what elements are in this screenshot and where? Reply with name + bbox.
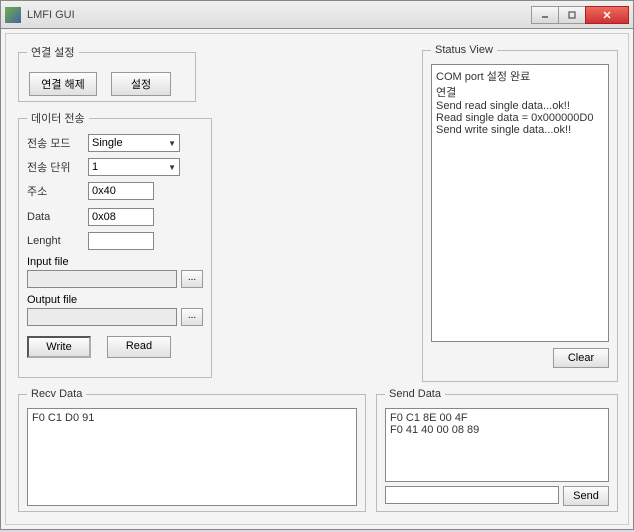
inner-panel: 연결 설정 연결 해제 설정 데이터 전송 전송 모드 Single ▼ 전송 … (5, 33, 629, 525)
chevron-down-icon: ▼ (168, 139, 176, 148)
client-area: 연결 설정 연결 해제 설정 데이터 전송 전송 모드 Single ▼ 전송 … (0, 28, 634, 530)
output-file-label: Output file (27, 294, 203, 306)
unit-select[interactable]: 1 ▼ (88, 158, 180, 176)
status-text[interactable]: COM port 설정 완료 연결 Send read single data.… (431, 64, 609, 342)
address-input[interactable] (88, 182, 154, 200)
close-button[interactable] (585, 6, 629, 24)
titlebar: LMFI GUI (0, 0, 634, 28)
clear-button[interactable]: Clear (553, 348, 609, 368)
read-button[interactable]: Read (107, 336, 171, 358)
unit-label: 전송 단위 (27, 159, 82, 175)
input-file-label: Input file (27, 256, 203, 268)
data-input[interactable] (88, 208, 154, 226)
send-button[interactable]: Send (563, 486, 609, 506)
data-transfer-legend: 데이터 전송 (27, 110, 89, 126)
output-file-browse-button[interactable]: ... (181, 308, 203, 326)
connection-legend: 연결 설정 (27, 44, 79, 60)
disconnect-button[interactable]: 연결 해제 (29, 72, 97, 96)
send-input[interactable] (385, 486, 559, 504)
length-input[interactable] (88, 232, 154, 250)
input-file-field[interactable] (27, 270, 177, 288)
recv-legend: Recv Data (27, 388, 86, 400)
mode-select[interactable]: Single ▼ (88, 134, 180, 152)
output-file-field[interactable] (27, 308, 177, 326)
app-icon (5, 7, 21, 23)
data-label: Data (27, 211, 82, 223)
window-buttons (532, 6, 629, 24)
chevron-down-icon: ▼ (168, 163, 176, 172)
address-label: 주소 (27, 183, 82, 199)
recv-text[interactable]: F0 C1 D0 91 (27, 408, 357, 506)
window-title: LMFI GUI (27, 9, 532, 21)
send-text[interactable]: F0 C1 8E 00 4F F0 41 40 00 08 89 (385, 408, 609, 482)
send-data-group: Send Data F0 C1 8E 00 4F F0 41 40 00 08 … (376, 388, 618, 512)
settings-button[interactable]: 설정 (111, 72, 171, 96)
unit-value: 1 (92, 161, 98, 173)
connection-settings-group: 연결 설정 연결 해제 설정 (18, 44, 196, 102)
status-legend: Status View (431, 44, 497, 56)
status-view-group: Status View COM port 설정 완료 연결 Send read … (422, 44, 618, 382)
maximize-button[interactable] (558, 6, 586, 24)
mode-label: 전송 모드 (27, 135, 82, 151)
write-button[interactable]: Write (27, 336, 91, 358)
minimize-button[interactable] (531, 6, 559, 24)
send-legend: Send Data (385, 388, 445, 400)
length-label: Lenght (27, 235, 82, 247)
data-transfer-group: 데이터 전송 전송 모드 Single ▼ 전송 단위 1 ▼ 주소 Data … (18, 110, 212, 378)
input-file-browse-button[interactable]: ... (181, 270, 203, 288)
recv-data-group: Recv Data F0 C1 D0 91 (18, 388, 366, 512)
mode-value: Single (92, 137, 123, 149)
